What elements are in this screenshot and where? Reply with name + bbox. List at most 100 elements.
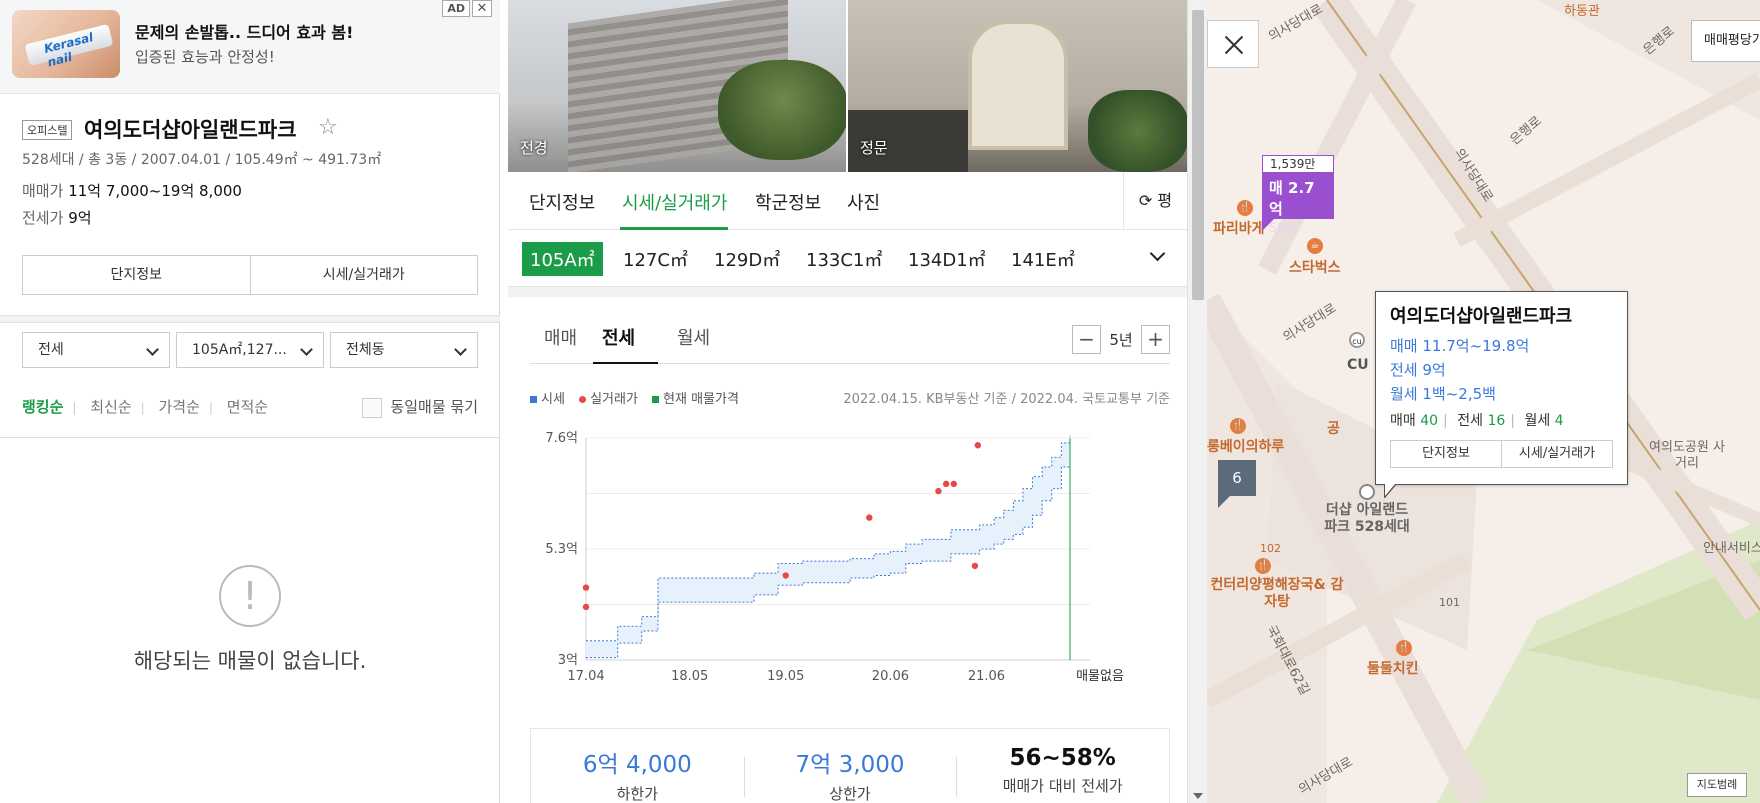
period-minus-button[interactable]: −: [1072, 324, 1101, 354]
x-tick-label: 18.05: [671, 669, 708, 684]
chevron-down-icon[interactable]: [1149, 245, 1166, 262]
upper-bound-label: 상한가: [829, 785, 871, 803]
popup-complex-info-button[interactable]: 단지정보: [1391, 441, 1501, 467]
legend-transaction: 실거래가: [579, 392, 638, 407]
complex-summary: 오피스텔 여의도더샵아일랜드파크 ☆ 528세대 / 총 3동 / 2007.0…: [0, 95, 500, 320]
ad-badge[interactable]: AD: [442, 0, 470, 17]
tab-monthly[interactable]: 월세: [677, 324, 710, 350]
cluster-marker[interactable]: 6: [1218, 460, 1256, 508]
tab-price-history[interactable]: 시세/실거래가: [622, 189, 727, 215]
apartment-icon: [1359, 484, 1375, 500]
price-per-pyeong-button[interactable]: 매매평당가: [1691, 20, 1760, 62]
tab-photos[interactable]: 사진: [847, 189, 880, 215]
active-tab-indicator: [593, 362, 658, 364]
map-poi-chicken[interactable]: 둘둘치킨: [1367, 658, 1419, 678]
transaction-point: [935, 487, 942, 495]
ad-thumbnail[interactable]: Kerasal nail: [12, 10, 120, 78]
popup-price-history-button[interactable]: 시세/실거래가: [1501, 441, 1612, 467]
legend-market: 시세: [530, 392, 565, 407]
photo-strip: 전경 정문: [508, 0, 1187, 172]
map-legend-button[interactable]: 지도범례: [1687, 773, 1747, 797]
area-tab[interactable]: 127C㎡: [623, 246, 688, 272]
ad-title[interactable]: 문제의 손발톱.. 드디어 효과 봄!: [135, 19, 353, 43]
map-poi-haejangguk[interactable]: 컨터리양평해장국& 감자탕: [1207, 577, 1347, 611]
tab-complex-info[interactable]: 단지정보: [529, 189, 595, 215]
listing-panel: Kerasal nail 문제의 손발톱.. 드디어 효과 봄! 입증된 효능과…: [0, 0, 500, 803]
data-basis-note: 2022.04.15. KB부동산 기준 / 2022.04. 국토교통부 기준: [843, 392, 1170, 407]
lower-bound-value: 6억 4,000: [582, 752, 692, 778]
area-select[interactable]: 105A㎡,127...: [176, 332, 324, 368]
cafe-icon: ☕: [1307, 238, 1323, 254]
scroll-down-arrow-icon[interactable]: [1193, 793, 1203, 799]
popup-monthly: 월세 1백~2,5백: [1390, 385, 1496, 403]
sale-price-value: 11억 7,000~19억 8,000: [68, 182, 242, 200]
favorite-star-icon[interactable]: ☆: [318, 115, 338, 140]
panel-scrollbar[interactable]: [1187, 0, 1207, 803]
bundle-same-listings[interactable]: 동일매물 묶기: [362, 396, 478, 418]
price-chart[interactable]: 3억 5.3억 7.6억 17.04 18.05 19.05 20.06 21.06 매물없음: [530, 418, 1180, 690]
jeonse-price-value: 9억: [68, 209, 92, 227]
map-poi-paris[interactable]: 파리바게: [1213, 218, 1265, 238]
trade-type-value: 전세: [38, 342, 64, 358]
tab-school-info[interactable]: 학군정보: [755, 189, 821, 215]
map-poi-restaurant[interactable]: 롱베이의하루: [1207, 436, 1284, 456]
map-poi-complex[interactable]: 더샵 아일랜드파크 528세대: [1322, 502, 1412, 536]
area-tab[interactable]: 105A㎡: [522, 242, 603, 276]
map-place-label: 안내서비스: [1703, 541, 1760, 556]
price-history-button[interactable]: 시세/실거래가: [249, 256, 478, 294]
sort-price[interactable]: 가격순: [158, 398, 199, 416]
map-close-button[interactable]: [1207, 20, 1259, 68]
photo-exterior[interactable]: 전경: [508, 0, 846, 172]
ad-close-button[interactable]: ✕: [472, 0, 492, 17]
x-tick-label: 20.06: [872, 669, 909, 684]
building-value: 전체동: [346, 342, 385, 358]
map-building-label: 101: [1439, 596, 1460, 609]
listing-marker[interactable]: 1,539만 매 2.7억 58㎡: [1262, 155, 1334, 235]
photo-caption: 정문: [860, 139, 888, 157]
area-tab[interactable]: 133C1㎡: [806, 246, 882, 272]
restaurant-icon: 🍴: [1396, 640, 1412, 656]
map-poi-partial[interactable]: 공: [1327, 418, 1340, 438]
convenience-store-icon: cu: [1349, 332, 1365, 348]
refresh-icon: ⟳: [1138, 191, 1153, 210]
sort-ranking[interactable]: 랭킹순: [22, 398, 63, 416]
bundle-checkbox[interactable]: [362, 397, 383, 418]
area-tab[interactable]: 141E㎡: [1011, 246, 1075, 272]
chevron-down-icon: [300, 343, 313, 356]
count-sale: 40: [1420, 413, 1439, 429]
period-plus-button[interactable]: +: [1141, 324, 1170, 354]
jeonse-price-label: 전세가: [22, 209, 64, 227]
bakery-icon: 🍴: [1237, 200, 1253, 216]
ad-subtitle[interactable]: 입증된 효능과 안정성!: [135, 46, 275, 67]
market-price-lower-line: [586, 457, 1071, 659]
sort-latest[interactable]: 최신순: [90, 398, 131, 416]
complex-popup: 여의도더샵아일랜드파크 매매 11.7억~19.8억 전세 9억 월세 1백~2…: [1375, 291, 1628, 498]
legend-label: 실거래가: [590, 392, 638, 407]
sort-area[interactable]: 면적순: [227, 398, 268, 416]
tab-jeonse[interactable]: 전세: [602, 324, 635, 350]
divider: [0, 437, 500, 438]
price-summary: 6억 4,000 하한가 7억 3,000 상한가 56~58% 매매가 대비 …: [530, 728, 1170, 803]
photo-main-gate[interactable]: 정문: [848, 0, 1187, 172]
complex-info-button[interactable]: 단지정보: [23, 256, 250, 294]
scrollbar-thumb[interactable]: [1192, 10, 1204, 300]
y-tick-label: 7.6억: [545, 431, 578, 446]
period-control: − 5년 +: [1072, 324, 1170, 354]
unit-toggle-button[interactable]: ⟳ 평: [1123, 172, 1187, 230]
jeonse-ratio-value: 56~58%: [1009, 745, 1116, 771]
jeonse-ratio-label: 매매가 대비 전세가: [1002, 777, 1123, 795]
sale-price-label: 매매가: [22, 182, 64, 200]
area-tab[interactable]: 129D㎡: [714, 246, 780, 272]
building-select[interactable]: 전체동: [330, 332, 478, 368]
trade-type-select[interactable]: 전세: [22, 332, 170, 368]
empty-state: ! 해당되는 매물이 없습니다.: [0, 565, 500, 675]
complex-name: 여의도더샵아일랜드파크: [84, 118, 297, 142]
area-tab[interactable]: 134D1㎡: [908, 246, 986, 272]
tab-sale[interactable]: 매매: [544, 324, 577, 350]
map-poi-starbucks[interactable]: 스타벅스: [1289, 257, 1341, 277]
map-view[interactable]: 의사당대로 하동관 은행로 은행로 의사당대로 의사당대로 여의도공원 사거리 …: [1207, 0, 1760, 803]
ad-product-text: Kerasal nail: [42, 30, 95, 70]
ad-banner[interactable]: Kerasal nail 문제의 손발톱.. 드디어 효과 봄! 입증된 효능과…: [0, 0, 500, 94]
map-poi-cu[interactable]: CU: [1347, 357, 1369, 373]
popup-counts: 매매 40 | 전세 16 | 월세 4: [1390, 413, 1564, 429]
